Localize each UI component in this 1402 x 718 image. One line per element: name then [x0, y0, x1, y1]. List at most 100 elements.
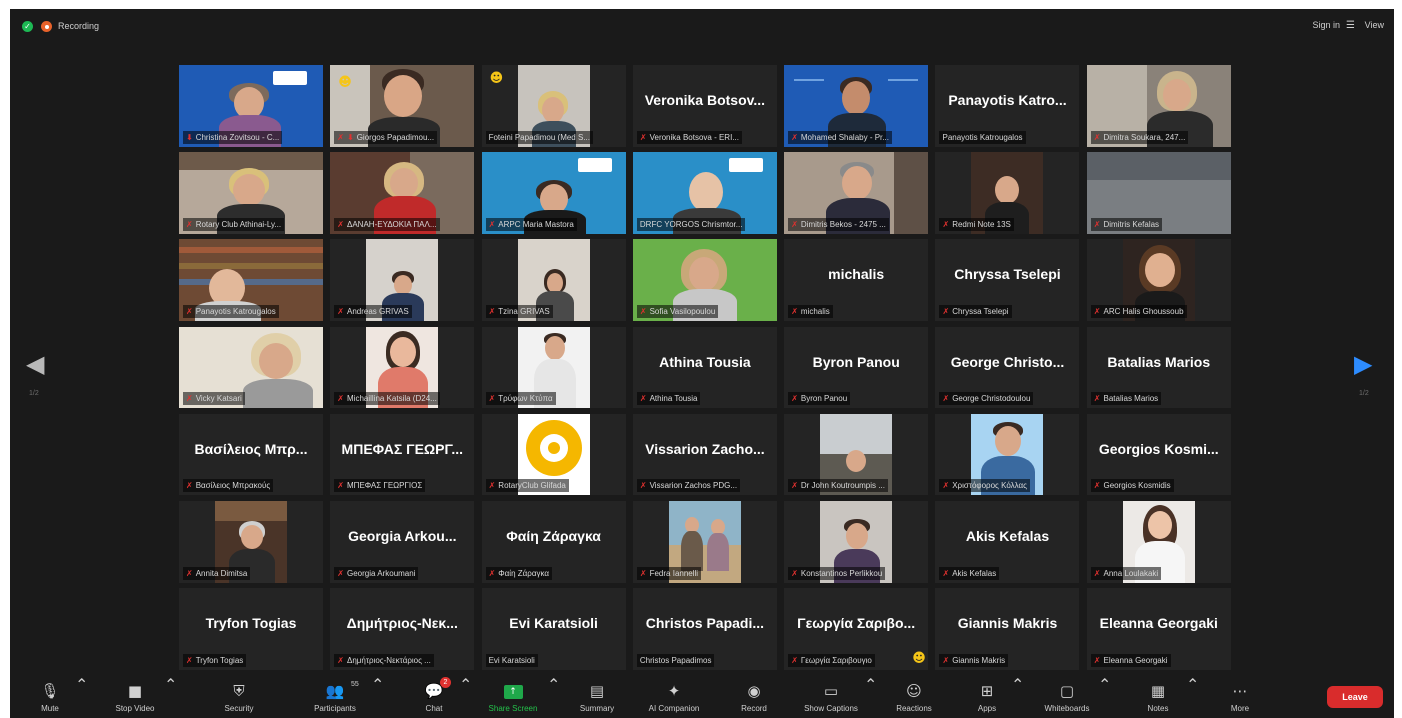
participant-tile[interactable]: ✗ Fedra Iannelli: [632, 500, 777, 583]
whiteboards-options-chevron-icon[interactable]: ⌃: [1098, 675, 1111, 695]
share-options-chevron-icon[interactable]: ⌃: [547, 675, 560, 695]
notes-options-chevron-icon[interactable]: ⌃: [1186, 675, 1199, 695]
security-shield-icon[interactable]: ✓: [22, 21, 33, 32]
apps-button[interactable]: ⊞ Apps: [968, 675, 1006, 715]
participant-tile[interactable]: Akis Kefalas ✗ Akis Kefalas: [935, 500, 1080, 583]
participant-tile[interactable]: Tryfon Togias ✗ Tryfon Togias: [179, 588, 323, 670]
ai-companion-button[interactable]: ✦ AI Companion: [636, 675, 712, 715]
more-button[interactable]: ⋯ More: [1220, 675, 1260, 715]
security-button[interactable]: ⛨ Security: [212, 675, 266, 715]
previous-page-arrow-icon[interactable]: ◀: [26, 352, 44, 376]
participant-tile[interactable]: Vissarion Zacho... ✗ Vissarion Zachos PDG…: [632, 413, 777, 496]
participant-tile[interactable]: Φαίη Ζάραγκα ✗ Φαίη Ζάραγκα: [481, 500, 626, 583]
next-page-arrow-icon[interactable]: ▶: [1354, 352, 1372, 376]
participant-tile[interactable]: Chryssa Tselepi ✗ Chryssa Tselepi: [935, 239, 1080, 322]
participant-tile[interactable]: ✗ Sofia Vasilopoulou: [632, 239, 777, 322]
participant-tile[interactable]: Athina Tousia ✗ Athina Tousia: [632, 326, 777, 409]
participant-tile[interactable]: Δημήτριος-Νεκ... ✗ Δημήτριος-Νεκτάριος ..…: [330, 588, 475, 670]
participant-tile[interactable]: ✗ Mohamed Shalaby - Pr...: [784, 65, 929, 147]
view-button[interactable]: View: [1365, 20, 1384, 30]
mic-muted-icon: ✗: [791, 307, 798, 317]
participant-tile[interactable]: ✗ ARC Halis Ghoussoub: [1086, 239, 1231, 322]
mute-button[interactable]: 🎙 Mute: [32, 675, 68, 715]
participant-tile[interactable]: Eleanna Georgaki ✗ Eleanna Georgaki: [1086, 588, 1231, 670]
mic-muted-icon: ✗: [1093, 394, 1101, 404]
participant-name-label: ✗ Tzina GRIVAS: [485, 305, 553, 319]
participant-tile[interactable]: ✗ Dimitris Kefalas: [1086, 152, 1231, 234]
participant-tile[interactable]: ✗ Tzina GRIVAS: [481, 239, 626, 322]
participants-options-chevron-icon[interactable]: ⌃: [371, 675, 384, 695]
participant-tile[interactable]: ΜΠΕΦΑΣ ΓΕΩΡΓ... ✗ ΜΠΕΦΑΣ ΓΕΩΡΓΙΟΣ: [330, 413, 475, 496]
participant-tile[interactable]: michalis ✗ michalis: [784, 239, 929, 322]
recording-icon[interactable]: [41, 21, 52, 32]
participant-tile[interactable]: ✗ Χριστόφορος Κόλλας: [935, 413, 1080, 496]
participant-name-label: ✗ ΔΑΝΑΗ-ΕΥΔΟΚΙΑ ΠΑΛ...: [334, 217, 440, 231]
notes-button[interactable]: ▦ Notes: [1134, 675, 1182, 715]
participant-tile[interactable]: Byron Panou ✗ Byron Panou: [784, 326, 929, 409]
participant-tile[interactable]: ✗ Τρύφων Κτύπα: [481, 326, 626, 409]
participant-tile[interactable]: George Christo... ✗ George Christodoulou: [935, 326, 1080, 409]
participant-tile[interactable]: Γεωργία Σαριβο... ☻ ✗ Γεωργία Σαριβουγιο: [784, 588, 929, 670]
participant-tile[interactable]: ✗ RotaryClub Glifada: [481, 413, 626, 496]
captions-options-chevron-icon[interactable]: ⌃: [864, 675, 877, 695]
chat-options-chevron-icon[interactable]: ⌃: [459, 675, 472, 695]
participant-tile[interactable]: DRFC YORGOS Chrismtor...: [632, 152, 777, 234]
participant-tile[interactable]: ✗ Dimitris Bekos - 2475 ...: [784, 152, 929, 234]
participant-tile[interactable]: ✗ Annita Dimitsa: [179, 500, 323, 583]
view-grid-icon[interactable]: ☰: [1346, 20, 1355, 31]
share-screen-button[interactable]: ↑ Share Screen: [484, 675, 542, 715]
whiteboards-button[interactable]: ▢ Whiteboards: [1034, 675, 1100, 715]
participant-tile[interactable]: Βασίλειος Μπρ... ✗ Βασίλειος Μπρακούς: [179, 413, 323, 496]
participant-tile[interactable]: ✗ Andreas GRIVAS: [330, 239, 475, 322]
participant-tile[interactable]: ✗ Panayotis Katrougalos: [179, 239, 323, 322]
mic-muted-icon: ✗: [1093, 655, 1101, 665]
participant-tile[interactable]: Evi Karatsioli Evi Karatsioli: [481, 588, 626, 670]
participant-tile[interactable]: ✗ ARPC Maria Mastora: [481, 152, 626, 234]
audio-options-chevron-icon[interactable]: ⌃: [75, 675, 88, 695]
participant-tile[interactable]: Georgia Arkou... ✗ Georgia Arkoumani: [330, 500, 475, 583]
participant-name: Dimitris Kefalas: [1103, 219, 1160, 229]
participant-tile[interactable]: ✗ Dimitra Soukara, 247...: [1086, 65, 1231, 147]
participant-tile[interactable]: ✗ Dr John Koutroumpis ...: [784, 413, 929, 496]
leave-button[interactable]: Leave: [1327, 686, 1383, 708]
apps-options-chevron-icon[interactable]: ⌃: [1011, 675, 1024, 695]
participant-tile[interactable]: Panayotis Katro... Panayotis Katrougalos: [935, 65, 1080, 147]
participant-tile[interactable]: Batalias Marios ✗ Batalias Marios: [1086, 326, 1231, 409]
participant-tile[interactable]: Giannis Makris ✗ Giannis Makris: [935, 588, 1080, 670]
video-options-chevron-icon[interactable]: ⌃: [164, 675, 177, 695]
participant-name: Georgios Kosmidis: [1103, 481, 1171, 491]
participant-name: Vissarion Zachos PDG...: [649, 481, 738, 491]
participant-tile[interactable]: ✗ Konstantinos Perlikkou: [784, 500, 929, 583]
participant-name: Χριστόφορος Κόλλας: [952, 481, 1028, 491]
participant-tile[interactable]: ☻ ✗ ⬇ Giorgos Papadimou...: [330, 65, 475, 147]
stop-video-button[interactable]: ■ Stop Video: [102, 675, 168, 715]
participant-tile[interactable]: ✗ ΔΑΝΑΗ-ΕΥΔΟΚΙΑ ΠΑΛ...: [330, 152, 475, 234]
participant-display-name: Evi Karatsioli: [509, 615, 598, 632]
participant-tile[interactable]: ✗ Michaillina Katsila (D24...: [330, 326, 475, 409]
participant-name-label: ✗ Fedra Iannelli: [636, 566, 702, 580]
participant-tile[interactable]: ✗ Rotary Club Athinai-Ly...: [179, 152, 323, 234]
participant-name-label: DRFC YORGOS Chrismtor...: [636, 217, 746, 231]
sign-in-link[interactable]: Sign in: [1312, 20, 1340, 30]
summary-button[interactable]: ▤ Summary: [572, 675, 622, 715]
record-button[interactable]: ◉ Record: [732, 675, 776, 715]
participant-tile[interactable]: ✗ Redmi Note 13S: [935, 152, 1080, 234]
participant-name: Mohamed Shalaby - Pr...: [800, 132, 889, 142]
participant-name: Athina Tousia: [649, 394, 698, 404]
reactions-button[interactable]: ☺ Reactions: [886, 675, 942, 715]
page-indicator-left: 1/2: [29, 390, 39, 397]
participant-tile[interactable]: ☻ Foteini Papadimou (Med S...: [481, 65, 626, 147]
participant-tile[interactable]: Christos Papadi... Christos Papadimos: [632, 588, 777, 670]
mic-muted-icon: ✗: [488, 307, 496, 317]
participant-tile[interactable]: ⬇ Christina Zovitsou - C...: [179, 65, 323, 147]
participant-name-label: ✗ Βασίλειος Μπρακούς: [183, 479, 274, 493]
participant-tile[interactable]: Veronika Botsov... ✗ Veronika Botsova - E…: [632, 65, 777, 147]
participant-name: Τρύφων Κτύπα: [498, 394, 553, 404]
show-captions-button[interactable]: ▭ Show Captions: [796, 675, 866, 715]
participant-tile[interactable]: ✗ Anna Loulakaki: [1086, 500, 1231, 583]
participant-display-name: George Christo...: [950, 353, 1065, 370]
participant-name-label: ✗ Georgia Arkoumani: [334, 566, 419, 580]
participant-tile[interactable]: Georgios Kosmi... ✗ Georgios Kosmidis: [1086, 413, 1231, 496]
participant-tile[interactable]: ✗ Vicky Katsari: [179, 326, 323, 409]
mic-muted-icon: ✗: [186, 568, 193, 578]
